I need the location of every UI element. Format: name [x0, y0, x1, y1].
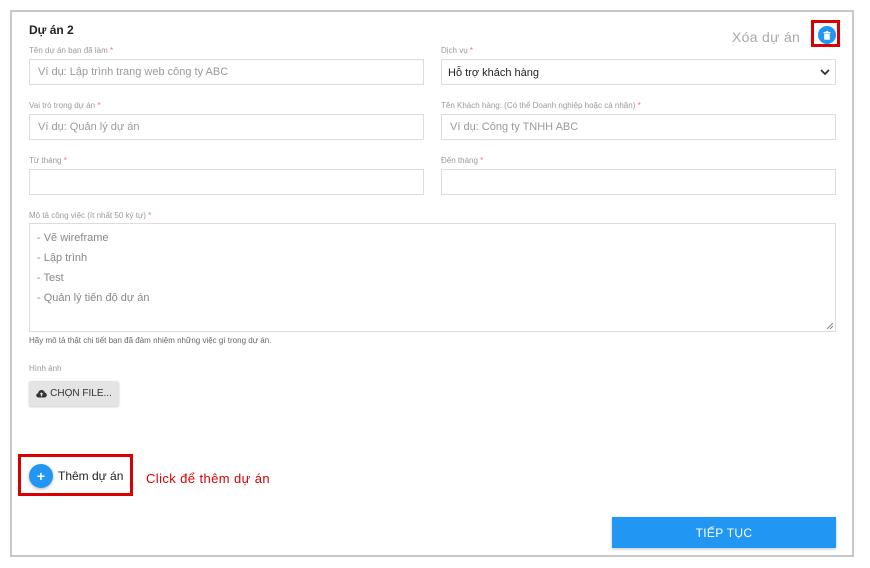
description-label: Mô tả công việc (ít nhất 50 ký tự) *	[29, 211, 152, 220]
description-line: - Quản lý tiến độ dự án	[37, 292, 150, 304]
project-name-input[interactable]: Ví dụ: Lập trình trang web công ty ABC	[29, 59, 424, 85]
plus-icon: +	[29, 464, 53, 488]
trash-icon	[823, 30, 831, 40]
cloud-upload-icon	[36, 390, 47, 398]
description-line: - Vẽ wireframe	[37, 232, 109, 244]
add-project-label: Thêm dự án	[58, 469, 124, 483]
description-line: - Lập trình	[37, 252, 88, 264]
choose-file-label: CHỌN FILE...	[50, 388, 112, 399]
resize-handle-icon[interactable]	[826, 322, 833, 329]
project-name-label: Tên dự án bạn đã làm *	[29, 46, 114, 55]
from-month-label: Từ tháng *	[29, 156, 67, 165]
choose-file-button[interactable]: CHỌN FILE...	[29, 381, 119, 406]
add-project-button[interactable]: + Thêm dự án	[29, 464, 123, 488]
delete-project-button[interactable]	[818, 26, 836, 44]
add-project-annotation-highlight: + Thêm dự án	[18, 454, 133, 496]
from-month-input[interactable]	[29, 169, 424, 195]
description-line: - Test	[37, 272, 64, 284]
description-textarea[interactable]: - Vẽ wireframe - Lập trình - Test - Quản…	[29, 223, 836, 332]
client-input[interactable]: Ví dụ: Công ty TNHH ABC	[441, 114, 836, 140]
to-month-input[interactable]	[441, 169, 836, 195]
continue-button[interactable]: TIẾP TỤC	[612, 517, 836, 548]
delete-project-label[interactable]: Xóa dự án	[732, 29, 800, 45]
image-label: Hình ảnh	[29, 364, 62, 373]
project-title: Dự án 2	[29, 23, 74, 37]
chevron-down-icon	[820, 69, 830, 76]
service-select[interactable]: Hỗ trợ khách hàng	[441, 59, 836, 85]
description-hint: Hãy mô tả thật chi tiết bạn đã đảm nhiệm…	[29, 336, 272, 345]
client-label: Tên Khách hàng: (Có thể Doanh nghiệp hoặ…	[441, 101, 641, 110]
to-month-label: Đến tháng *	[441, 156, 484, 165]
service-label: Dịch vụ *	[441, 46, 474, 55]
role-label: Vai trò trong dự án *	[29, 101, 101, 110]
delete-annotation-highlight	[811, 20, 840, 47]
role-input[interactable]: Ví dụ: Quản lý dự án	[29, 114, 424, 140]
service-selected-value: Hỗ trợ khách hàng	[448, 67, 539, 79]
annotation-text: Click để thêm dự án	[146, 471, 270, 486]
